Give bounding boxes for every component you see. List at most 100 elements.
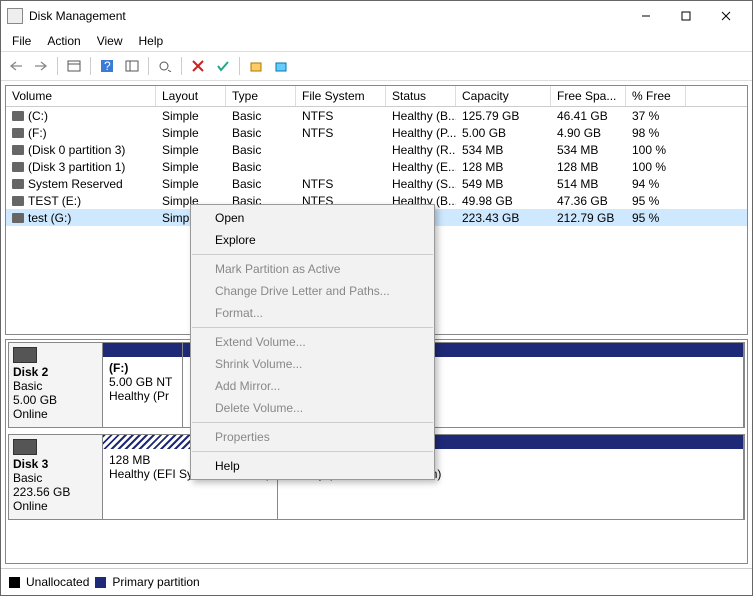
col-status[interactable]: Status [386, 86, 456, 106]
menu-item: Mark Partition as Active [191, 258, 434, 280]
col-freespace[interactable]: Free Spa... [551, 86, 626, 106]
table-row[interactable]: (Disk 3 partition 1)SimpleBasicHealthy (… [6, 158, 747, 175]
cell: 534 MB [551, 143, 626, 157]
col-volume[interactable]: Volume [6, 86, 156, 106]
menu-file[interactable]: File [5, 32, 38, 50]
cell: Healthy (B... [386, 109, 456, 123]
menu-separator [192, 422, 433, 423]
cell: (Disk 0 partition 3) [6, 143, 156, 157]
menu-view[interactable]: View [90, 32, 130, 50]
col-pctfree[interactable]: % Free [626, 86, 686, 106]
cell: Basic [226, 143, 296, 157]
cell: 37 % [626, 109, 686, 123]
cell: TEST (E:) [6, 194, 156, 208]
cell: (C:) [6, 109, 156, 123]
col-capacity[interactable]: Capacity [456, 86, 551, 106]
column-headers: Volume Layout Type File System Status Ca… [6, 86, 747, 107]
cell: 514 MB [551, 177, 626, 191]
cell: NTFS [296, 109, 386, 123]
maximize-button[interactable] [666, 3, 706, 29]
volume-icon [12, 145, 24, 155]
minimize-button[interactable] [626, 3, 666, 29]
disk-type: Basic [13, 379, 98, 393]
close-button[interactable] [706, 3, 746, 29]
cell: 46.41 GB [551, 109, 626, 123]
action1-icon[interactable] [245, 55, 267, 77]
volume-icon [12, 196, 24, 206]
context-menu: OpenExplore Mark Partition as ActiveChang… [190, 204, 435, 480]
view-icon[interactable] [63, 55, 85, 77]
cell: 223.43 GB [456, 211, 551, 225]
cell: NTFS [296, 177, 386, 191]
refresh-icon[interactable] [154, 55, 176, 77]
window: Disk Management File Action View Help ? [0, 0, 753, 596]
col-type[interactable]: Type [226, 86, 296, 106]
disk-type: Basic [13, 471, 98, 485]
disk-header-disk2[interactable]: Disk 2 Basic 5.00 GB Online [8, 342, 103, 428]
col-filesystem[interactable]: File System [296, 86, 386, 106]
table-row[interactable]: (C:)SimpleBasicNTFSHealthy (B...125.79 G… [6, 107, 747, 124]
menu-item: Format... [191, 302, 434, 324]
menu-item: Delete Volume... [191, 397, 434, 419]
cell: 4.90 GB [551, 126, 626, 140]
cell: Simple [156, 160, 226, 174]
menu-item[interactable]: Help [191, 455, 434, 477]
cell: 95 % [626, 194, 686, 208]
cell: System Reserved [6, 177, 156, 191]
menu-item: Add Mirror... [191, 375, 434, 397]
legend-swatch-primary [95, 577, 106, 588]
disk-icon [13, 347, 37, 363]
delete-icon[interactable] [187, 55, 209, 77]
cell: Basic [226, 109, 296, 123]
menu-item: Properties [191, 426, 434, 448]
disk-status: Online [13, 499, 98, 513]
volume-icon [12, 111, 24, 121]
cell: Simple [156, 126, 226, 140]
menu-item[interactable]: Open [191, 207, 434, 229]
cell: 534 MB [456, 143, 551, 157]
cell: NTFS [296, 126, 386, 140]
table-row[interactable]: (Disk 0 partition 3)SimpleBasicHealthy (… [6, 141, 747, 158]
col-layout[interactable]: Layout [156, 86, 226, 106]
legend-primary: Primary partition [112, 575, 199, 589]
app-icon [7, 8, 23, 24]
menu-help[interactable]: Help [132, 32, 171, 50]
action2-icon[interactable] [270, 55, 292, 77]
forward-button[interactable] [30, 55, 52, 77]
window-title: Disk Management [29, 9, 626, 23]
cell: Simple [156, 177, 226, 191]
disk-size: 5.00 GB [13, 393, 98, 407]
partition-size: 5.00 GB NT [109, 375, 176, 389]
cell: 125.79 GB [456, 109, 551, 123]
table-row[interactable]: (F:)SimpleBasicNTFSHealthy (P...5.00 GB4… [6, 124, 747, 141]
table-row[interactable]: System ReservedSimpleBasicNTFSHealthy (S… [6, 175, 747, 192]
toolbar: ? [1, 51, 752, 81]
disk-name: Disk 2 [13, 365, 98, 379]
menu-item: Extend Volume... [191, 331, 434, 353]
cell: 47.36 GB [551, 194, 626, 208]
cell: 128 MB [456, 160, 551, 174]
menu-action[interactable]: Action [40, 32, 87, 50]
cell: 5.00 GB [456, 126, 551, 140]
cell: Basic [226, 160, 296, 174]
legend-swatch-unallocated [9, 577, 20, 588]
checkmark-icon[interactable] [212, 55, 234, 77]
help-icon[interactable]: ? [96, 55, 118, 77]
legend: Unallocated Primary partition [1, 568, 752, 595]
cell: Basic [226, 126, 296, 140]
disk2-part-f[interactable]: (F:) 5.00 GB NT Healthy (Pr [103, 343, 183, 427]
cell: 94 % [626, 177, 686, 191]
panel-icon[interactable] [121, 55, 143, 77]
volume-icon [12, 128, 24, 138]
cell: Simple [156, 109, 226, 123]
cell: (F:) [6, 126, 156, 140]
menubar: File Action View Help [1, 31, 752, 51]
disk-header-disk3[interactable]: Disk 3 Basic 223.56 GB Online [8, 434, 103, 520]
back-button[interactable] [5, 55, 27, 77]
menu-item[interactable]: Explore [191, 229, 434, 251]
menu-item: Change Drive Letter and Paths... [191, 280, 434, 302]
cell: 100 % [626, 160, 686, 174]
menu-separator [192, 327, 433, 328]
svg-text:?: ? [104, 59, 111, 73]
menu-separator [192, 451, 433, 452]
